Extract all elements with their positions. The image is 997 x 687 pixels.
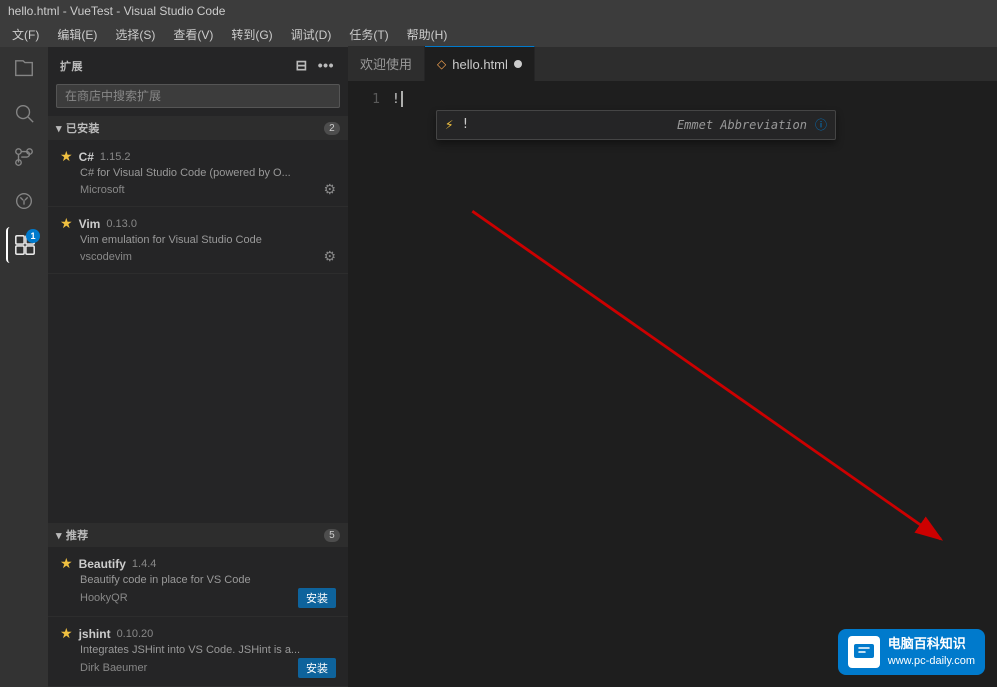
vim-author: vscodevim	[80, 251, 132, 263]
tab-bar: 欢迎使用 ◇ hello.html	[348, 47, 997, 82]
jshint-install-button[interactable]: 安装	[298, 658, 336, 678]
menu-debug[interactable]: 调试(D)	[283, 24, 340, 45]
menu-view[interactable]: 查看(V)	[165, 24, 221, 45]
activity-git[interactable]	[6, 139, 42, 175]
vim-description: Vim emulation for Visual Studio Code	[80, 234, 336, 246]
vim-gear-icon[interactable]: ⚙	[323, 248, 336, 265]
editor-exclamation: !	[392, 92, 400, 107]
activity-debug[interactable]	[6, 183, 42, 219]
watermark: 电脑百科知识 www.pc-daily.com	[838, 629, 985, 675]
autocomplete-emmet-icon: ⚡	[445, 115, 453, 135]
recommended-label: 推荐	[66, 527, 89, 543]
menu-edit[interactable]: 编辑(E)	[49, 24, 105, 45]
sidebar-header-icons: ⊟ •••	[294, 55, 336, 76]
csharp-star-icon: ★	[60, 148, 73, 165]
vim-version: 0.13.0	[106, 218, 137, 230]
extension-vim[interactable]: ★ Vim 0.13.0 Vim emulation for Visual St…	[48, 207, 348, 274]
menu-goto[interactable]: 转到(G)	[223, 24, 280, 45]
installed-section-header[interactable]: ▾ 已安装 2	[48, 116, 348, 140]
recommended-chevron: ▾	[56, 529, 62, 542]
tab-modified-dot	[514, 60, 522, 68]
extension-search-input[interactable]	[56, 84, 340, 108]
tab-welcome[interactable]: 欢迎使用	[348, 46, 425, 81]
tab-welcome-label: 欢迎使用	[360, 54, 412, 73]
sidebar: 扩展 ⊟ ••• ▾ 已安装 2 ★ C# 1.15.2	[48, 47, 348, 687]
filter-icon[interactable]: ⊟	[294, 55, 310, 76]
jshint-description: Integrates JSHint into VS Code. JSHint i…	[80, 644, 336, 656]
csharp-description: C# for Visual Studio Code (powered by O.…	[80, 167, 336, 179]
recommended-count: 5	[324, 529, 340, 542]
sidebar-title: 扩展	[60, 58, 83, 74]
beautify-star-icon: ★	[60, 555, 73, 572]
installed-count: 2	[324, 122, 340, 135]
jshint-name: jshint	[79, 627, 111, 641]
title-text: hello.html - VueTest - Visual Studio Cod…	[8, 4, 225, 18]
vim-name: Vim	[79, 217, 101, 231]
editor-line-1: !	[392, 90, 403, 110]
editor-text-area[interactable]: ! ⚡ ! Emmet Abbreviation ⓘ	[388, 82, 997, 687]
main-layout: 扩展 ⊟ ••• ▾ 已安装 2 ★ C# 1.15.2	[0, 47, 997, 687]
extension-beautify[interactable]: ★ Beautify 1.4.4 Beautify code in place …	[48, 547, 348, 617]
editor-content[interactable]: 1 ! ⚡ ! Emmet Abbreviation ⓘ	[348, 82, 997, 687]
menu-help[interactable]: 帮助(H)	[399, 24, 456, 45]
recommended-section-header[interactable]: ▾ 推荐 5	[48, 523, 348, 547]
tab-hello-html[interactable]: ◇ hello.html	[425, 46, 535, 81]
installed-chevron: ▾	[56, 122, 62, 135]
line-numbers: 1	[348, 82, 388, 687]
watermark-line1: 电脑百科知识	[888, 635, 975, 653]
beautify-author: HookyQR	[80, 592, 128, 604]
activity-bar	[0, 47, 48, 687]
jshint-star-icon: ★	[60, 625, 73, 642]
more-icon[interactable]: •••	[316, 55, 336, 76]
jshint-version: 0.10.20	[117, 628, 154, 640]
autocomplete-type: Emmet Abbreviation	[677, 115, 807, 135]
activity-search[interactable]	[6, 95, 42, 131]
activity-explorer[interactable]	[6, 51, 42, 87]
line-number-1: 1	[348, 90, 380, 110]
extension-jshint[interactable]: ★ jshint 0.10.20 Integrates JSHint into …	[48, 617, 348, 687]
beautify-install-button[interactable]: 安装	[298, 588, 336, 608]
watermark-line2: www.pc-daily.com	[888, 654, 975, 669]
sidebar-spacer	[48, 274, 348, 523]
menu-select[interactable]: 选择(S)	[107, 24, 163, 45]
title-bar: hello.html - VueTest - Visual Studio Cod…	[0, 0, 997, 22]
autocomplete-popup[interactable]: ⚡ ! Emmet Abbreviation ⓘ	[436, 110, 836, 140]
installed-label: 已安装	[66, 120, 100, 136]
extension-csharp[interactable]: ★ C# 1.15.2 C# for Visual Studio Code (p…	[48, 140, 348, 207]
arrow-overlay	[388, 82, 997, 687]
autocomplete-label: !	[461, 115, 669, 135]
menu-bar: 文(F) 编辑(E) 选择(S) 查看(V) 转到(G) 调试(D) 任务(T)…	[0, 22, 997, 47]
csharp-author: Microsoft	[80, 184, 125, 196]
watermark-icon	[848, 636, 880, 668]
watermark-text: 电脑百科知识 www.pc-daily.com	[888, 635, 975, 669]
vim-star-icon: ★	[60, 215, 73, 232]
menu-task[interactable]: 任务(T)	[341, 24, 396, 45]
text-cursor	[401, 91, 403, 107]
beautify-version: 1.4.4	[132, 558, 156, 570]
csharp-version: 1.15.2	[100, 151, 131, 163]
tab-hello-html-label: hello.html	[452, 57, 508, 72]
jshint-author: Dirk Baeumer	[80, 662, 147, 674]
menu-file[interactable]: 文(F)	[4, 24, 47, 45]
activity-extensions[interactable]	[6, 227, 42, 263]
editor-area: 欢迎使用 ◇ hello.html 1 ! ⚡ ! Emmet	[348, 47, 997, 687]
beautify-name: Beautify	[79, 557, 126, 571]
html-file-icon: ◇	[437, 57, 446, 71]
sidebar-header: 扩展 ⊟ •••	[48, 47, 348, 84]
autocomplete-info-icon[interactable]: ⓘ	[815, 115, 827, 135]
csharp-gear-icon[interactable]: ⚙	[323, 181, 336, 198]
beautify-description: Beautify code in place for VS Code	[80, 574, 336, 586]
csharp-name: C#	[79, 150, 94, 164]
